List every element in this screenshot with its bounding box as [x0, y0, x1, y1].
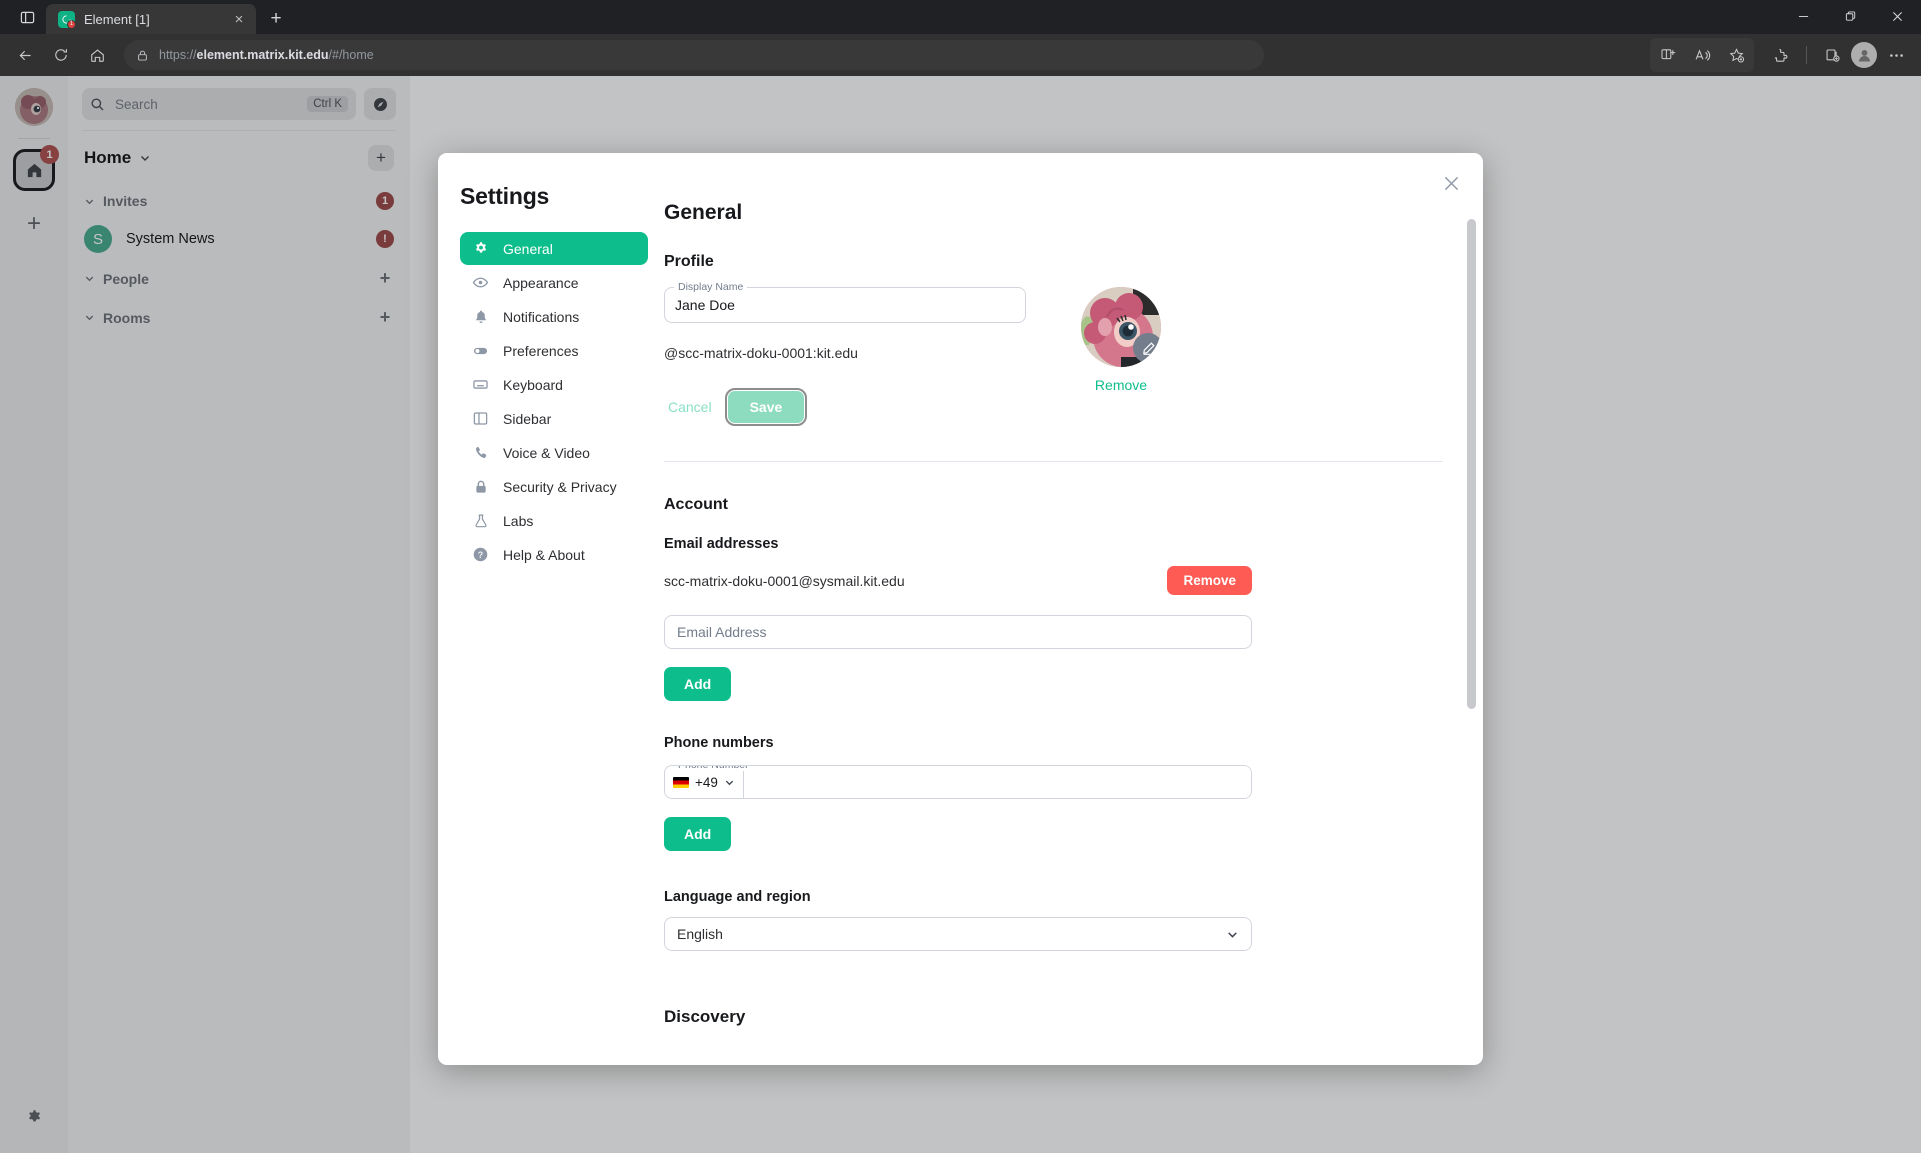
email-row: scc-matrix-doku-0001@sysmail.kit.edu Rem… [664, 566, 1252, 595]
settings-content: General Profile Display Name Jane Doe @s… [648, 153, 1483, 1065]
flask-icon [472, 512, 489, 529]
eye-icon [472, 274, 489, 291]
email-value: scc-matrix-doku-0001@sysmail.kit.edu [664, 572, 905, 589]
settings-tab-label: Notifications [503, 308, 580, 325]
lock-icon [472, 478, 489, 495]
keyboard-icon [472, 376, 489, 393]
display-name-label: Display Name [674, 281, 748, 293]
page-title: General [664, 201, 743, 224]
phone-heading: Phone numbers [664, 735, 774, 751]
dialog-title: Settings [460, 183, 550, 209]
settings-tab-label: Preferences [503, 342, 579, 359]
language-heading: Language and region [664, 889, 811, 905]
settings-tab-label: Voice & Video [503, 444, 590, 461]
settings-dialog: Settings General Appearance Notification… [438, 153, 1483, 1065]
toggle-icon [472, 342, 489, 359]
matrix-id: @scc-matrix-doku-0001:kit.edu [664, 345, 858, 361]
settings-scroll-area: General Profile Display Name Jane Doe @s… [648, 153, 1483, 1065]
email-remove-button[interactable]: Remove [1167, 566, 1252, 595]
settings-tab-keyboard[interactable]: Keyboard [460, 368, 648, 401]
gear-icon [472, 240, 489, 257]
settings-tab-preferences[interactable]: Preferences [460, 334, 648, 367]
settings-tab-help-about[interactable]: ? Help & About [460, 538, 648, 571]
phone-add-button[interactable]: Add [664, 817, 732, 851]
display-name-value: Jane Doe [675, 297, 735, 313]
profile-heading: Profile [664, 253, 714, 270]
settings-tab-label: Sidebar [503, 410, 552, 427]
settings-tab-label: Labs [503, 512, 534, 529]
avatar-remove-button[interactable]: Remove [1095, 377, 1147, 393]
phone-icon [472, 444, 489, 461]
language-select[interactable]: English [664, 917, 1252, 951]
email-input[interactable] [664, 615, 1252, 649]
section-divider [664, 461, 1443, 462]
settings-tab-label: General [503, 240, 553, 257]
phone-label: Phone Number [674, 766, 753, 771]
account-heading: Account [664, 496, 728, 513]
settings-tab-label: Appearance [503, 274, 579, 291]
email-add-button[interactable]: Add [664, 667, 732, 701]
discovery-heading: Discovery [664, 1007, 746, 1026]
settings-tab-security-privacy[interactable]: Security & Privacy [460, 470, 648, 503]
phone-country-code: +49 [695, 774, 718, 790]
svg-text:?: ? [478, 550, 483, 560]
flag-de-icon [673, 776, 689, 788]
help-icon: ? [472, 546, 489, 563]
chevron-down-icon [1226, 928, 1239, 941]
settings-tab-label: Help & About [503, 546, 585, 563]
scrollbar-thumb[interactable] [1467, 219, 1476, 709]
settings-tab-label: Keyboard [503, 376, 563, 393]
profile-actions: Cancel Save [664, 388, 1026, 426]
avatar-column: Remove [1066, 287, 1176, 393]
save-button[interactable]: Save [724, 388, 808, 426]
settings-tab-notifications[interactable]: Notifications [460, 300, 648, 333]
profile-fields: Display Name Jane Doe @scc-matrix-doku-0… [664, 281, 1026, 426]
email-heading: Email addresses [664, 536, 779, 552]
cancel-button[interactable]: Cancel [664, 393, 716, 421]
settings-tab-appearance[interactable]: Appearance [460, 266, 648, 299]
pencil-icon[interactable] [1133, 333, 1161, 363]
phone-input[interactable] [743, 766, 1251, 798]
settings-scrollbar[interactable] [1467, 209, 1476, 1055]
chevron-down-icon [724, 777, 735, 788]
settings-tab-labs[interactable]: Labs [460, 504, 648, 537]
phone-field: Phone Number +49 [664, 765, 1252, 799]
settings-tab-general[interactable]: General [460, 232, 648, 265]
settings-tab-voice-video[interactable]: Voice & Video [460, 436, 648, 469]
settings-nav: Settings General Appearance Notification… [438, 153, 648, 1065]
browser-window: 1 Element [1] × + https://element.matrix… [0, 0, 1921, 1153]
sidebar-icon [472, 410, 489, 427]
settings-tab-label: Security & Privacy [503, 478, 617, 495]
display-name-field[interactable]: Display Name Jane Doe [664, 281, 1026, 323]
account-section: Email addresses scc-matrix-doku-0001@sys… [664, 536, 1252, 1027]
settings-tab-sidebar[interactable]: Sidebar [460, 402, 648, 435]
profile-row: Display Name Jane Doe @scc-matrix-doku-0… [664, 281, 1443, 426]
profile-avatar[interactable] [1081, 287, 1161, 367]
language-selected-value: English [677, 926, 723, 942]
close-icon[interactable] [1437, 169, 1465, 197]
bell-icon [472, 308, 489, 325]
